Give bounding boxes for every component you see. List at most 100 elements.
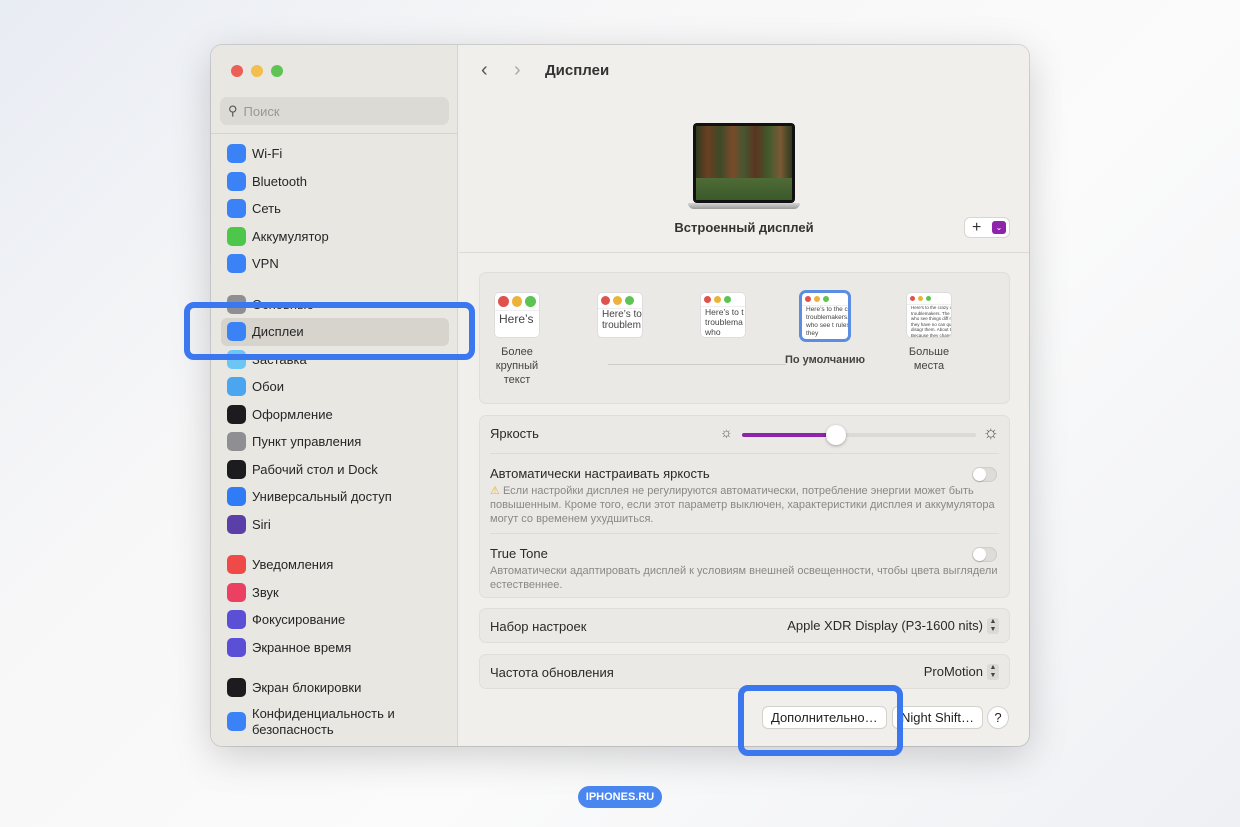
brightness-row: Яркость ☼ ☼ [490,422,999,445]
display-name: Встроенный дисплей [674,220,814,235]
resolution-track [608,364,786,365]
sample-text: Here’s to the cr troublemakers. ones who… [802,305,848,338]
sidebar-item-label: Wi-Fi [252,146,283,162]
sidebar-item[interactable]: Экранное время [221,634,449,662]
sidebar-item-label: Аккумулятор [252,228,329,244]
sidebar-item-label: Оформление [252,406,333,422]
page-title: Дисплеи [545,62,610,79]
resolution-option-label: Больше места [908,346,950,372]
sidebar-item-label: Экранное время [252,639,352,655]
help-button[interactable]: ? [988,707,1008,728]
sidebar-item[interactable]: Wi-Fi [221,140,449,168]
bluetooth-icon [227,171,246,191]
vpn-globe-icon [227,254,246,274]
hourglass-icon [227,637,246,657]
sample-text: Here’s to t troublema ones who [701,306,745,337]
resolution-option[interactable]: Here’s to troublem [577,293,663,345]
sidebar-item-label: Рабочий стол и Dock [252,461,378,477]
sidebar-item[interactable]: Siri [221,511,449,539]
watermark-logo: IPHONES.RU [578,786,662,808]
siri-icon [227,514,246,534]
sidebar-item-label: Пункт управления [252,434,362,450]
sidebar-item[interactable]: VPN [221,250,449,278]
true-tone-label: True Tone [490,546,548,561]
control-center-icon [227,432,246,452]
refresh-rate-row: Частота обновления ProMotion ▲ ▼ [479,654,1010,689]
sidebar-item[interactable]: Универсальный доступ [221,483,449,511]
resolution-option[interactable]: Here’s Более крупный текст [474,293,560,387]
wifi-icon [227,144,246,164]
sidebar-item-label: Конфиденциальность и безопасность [252,705,395,737]
globe-icon [227,199,246,219]
stepper-icon: ▲ ▼ [987,617,999,634]
appearance-icon [227,404,246,424]
dock-icon [227,459,246,479]
sidebar-item-label: Bluetooth [252,173,307,189]
sidebar-item[interactable]: Сеть [221,195,449,223]
highlight-frame-advanced [738,685,903,756]
sidebar: ⚲ Поиск Wi-Fi Bluetooth Сеть Аккумулятор VPN О… [211,45,458,746]
add-display-button[interactable]: + ⌄ [965,218,1009,237]
lock-icon [227,678,246,698]
resolution-option[interactable]: Here's to the crazy ones troublemakers. … [886,293,972,373]
sidebar-item[interactable]: Рабочий стол и Dock [221,456,449,484]
accessibility-icon [227,487,246,507]
sidebar-item[interactable]: Фокусирование [221,606,449,634]
sidebar-item[interactable]: Обои [221,373,449,401]
resolution-card: Here’s Более крупный текст Here’s to troub… [479,272,1010,404]
divider [459,252,1029,253]
laptop-display-image[interactable] [688,123,800,211]
sidebar-item-label: Фокусирование [252,612,346,628]
divider [211,133,458,134]
sample-text: Here’s [495,310,539,327]
bell-icon [227,555,246,575]
true-tone-toggle[interactable] [972,547,997,562]
sidebar-item[interactable]: Пункт управления [221,428,449,456]
search-icon: ⚲ [228,103,238,118]
resolution-option[interactable]: Here’s to the cr troublemakers. ones who… [782,293,868,367]
preset-select[interactable]: Apple XDR Display (P3-1600 nits) ▲ ▼ [787,617,999,634]
close-button[interactable] [231,65,243,77]
minimize-button[interactable] [251,65,263,77]
sidebar-item-label: VPN [252,256,279,272]
forward-button[interactable]: › [514,59,521,82]
true-tone-description: Автоматически адаптировать дисплей к усл… [490,565,998,591]
search-input[interactable]: ⚲ Поиск [220,97,449,125]
sidebar-item[interactable]: Bluetooth [221,168,449,196]
sidebar-item-label: Обои [252,379,285,395]
wallpaper-icon [227,377,246,397]
stepper-icon: ▲ ▼ [987,663,999,680]
sidebar-item[interactable]: Конфиденциальность и безопасность [221,702,449,742]
chevron-down-icon: ⌄ [992,221,1006,234]
sidebar-item[interactable]: Оформление [221,401,449,429]
sidebar-item[interactable]: Аккумулятор [221,223,449,251]
back-button[interactable]: ‹ [481,59,488,82]
hand-icon [227,712,246,731]
sidebar-item-label: Звук [252,584,279,600]
brightness-slider[interactable] [742,425,976,445]
sidebar-item[interactable]: Экран блокировки [221,674,449,702]
battery-icon [227,226,246,246]
main-pane: ‹ › Дисплеи Встроенный дисплей + ⌄ Here’s… [459,45,1029,746]
night-shift-button[interactable]: Night Shift… [893,707,982,728]
highlight-frame-displays [184,302,475,360]
auto-brightness-label: Автоматически настраивать яркость [490,466,710,481]
sample-text: Here's to the crazy ones troublemakers. … [907,304,951,337]
sidebar-item[interactable]: Звук [221,579,449,607]
brightness-card: Яркость ☼ ☼ Автоматически настраивать яр… [479,415,1010,598]
true-tone-row: True Tone Автоматически адаптировать дис… [490,546,999,592]
sidebar-item[interactable]: Уведомления [221,551,449,579]
moon-icon [227,610,246,630]
sidebar-list: Wi-Fi Bluetooth Сеть Аккумулятор VPN Основные… [221,140,449,742]
sidebar-item-label: Уведомления [252,557,334,573]
refresh-rate-select[interactable]: ProMotion ▲ ▼ [924,663,999,680]
auto-brightness-toggle[interactable] [972,467,997,482]
sidebar-item-label: Универсальный доступ [252,489,392,505]
zoom-button[interactable] [271,65,283,77]
preset-row: Набор настроек Apple XDR Display (P3-160… [479,608,1010,643]
resolution-option[interactable]: Here’s to t troublema ones who [680,293,766,345]
auto-brightness-row: Автоматически настраивать яркость ⚠ Если… [490,466,999,526]
slider-knob[interactable] [825,425,846,445]
brightness-label: Яркость [490,426,539,441]
sample-text: Here’s to troublem [598,308,642,331]
